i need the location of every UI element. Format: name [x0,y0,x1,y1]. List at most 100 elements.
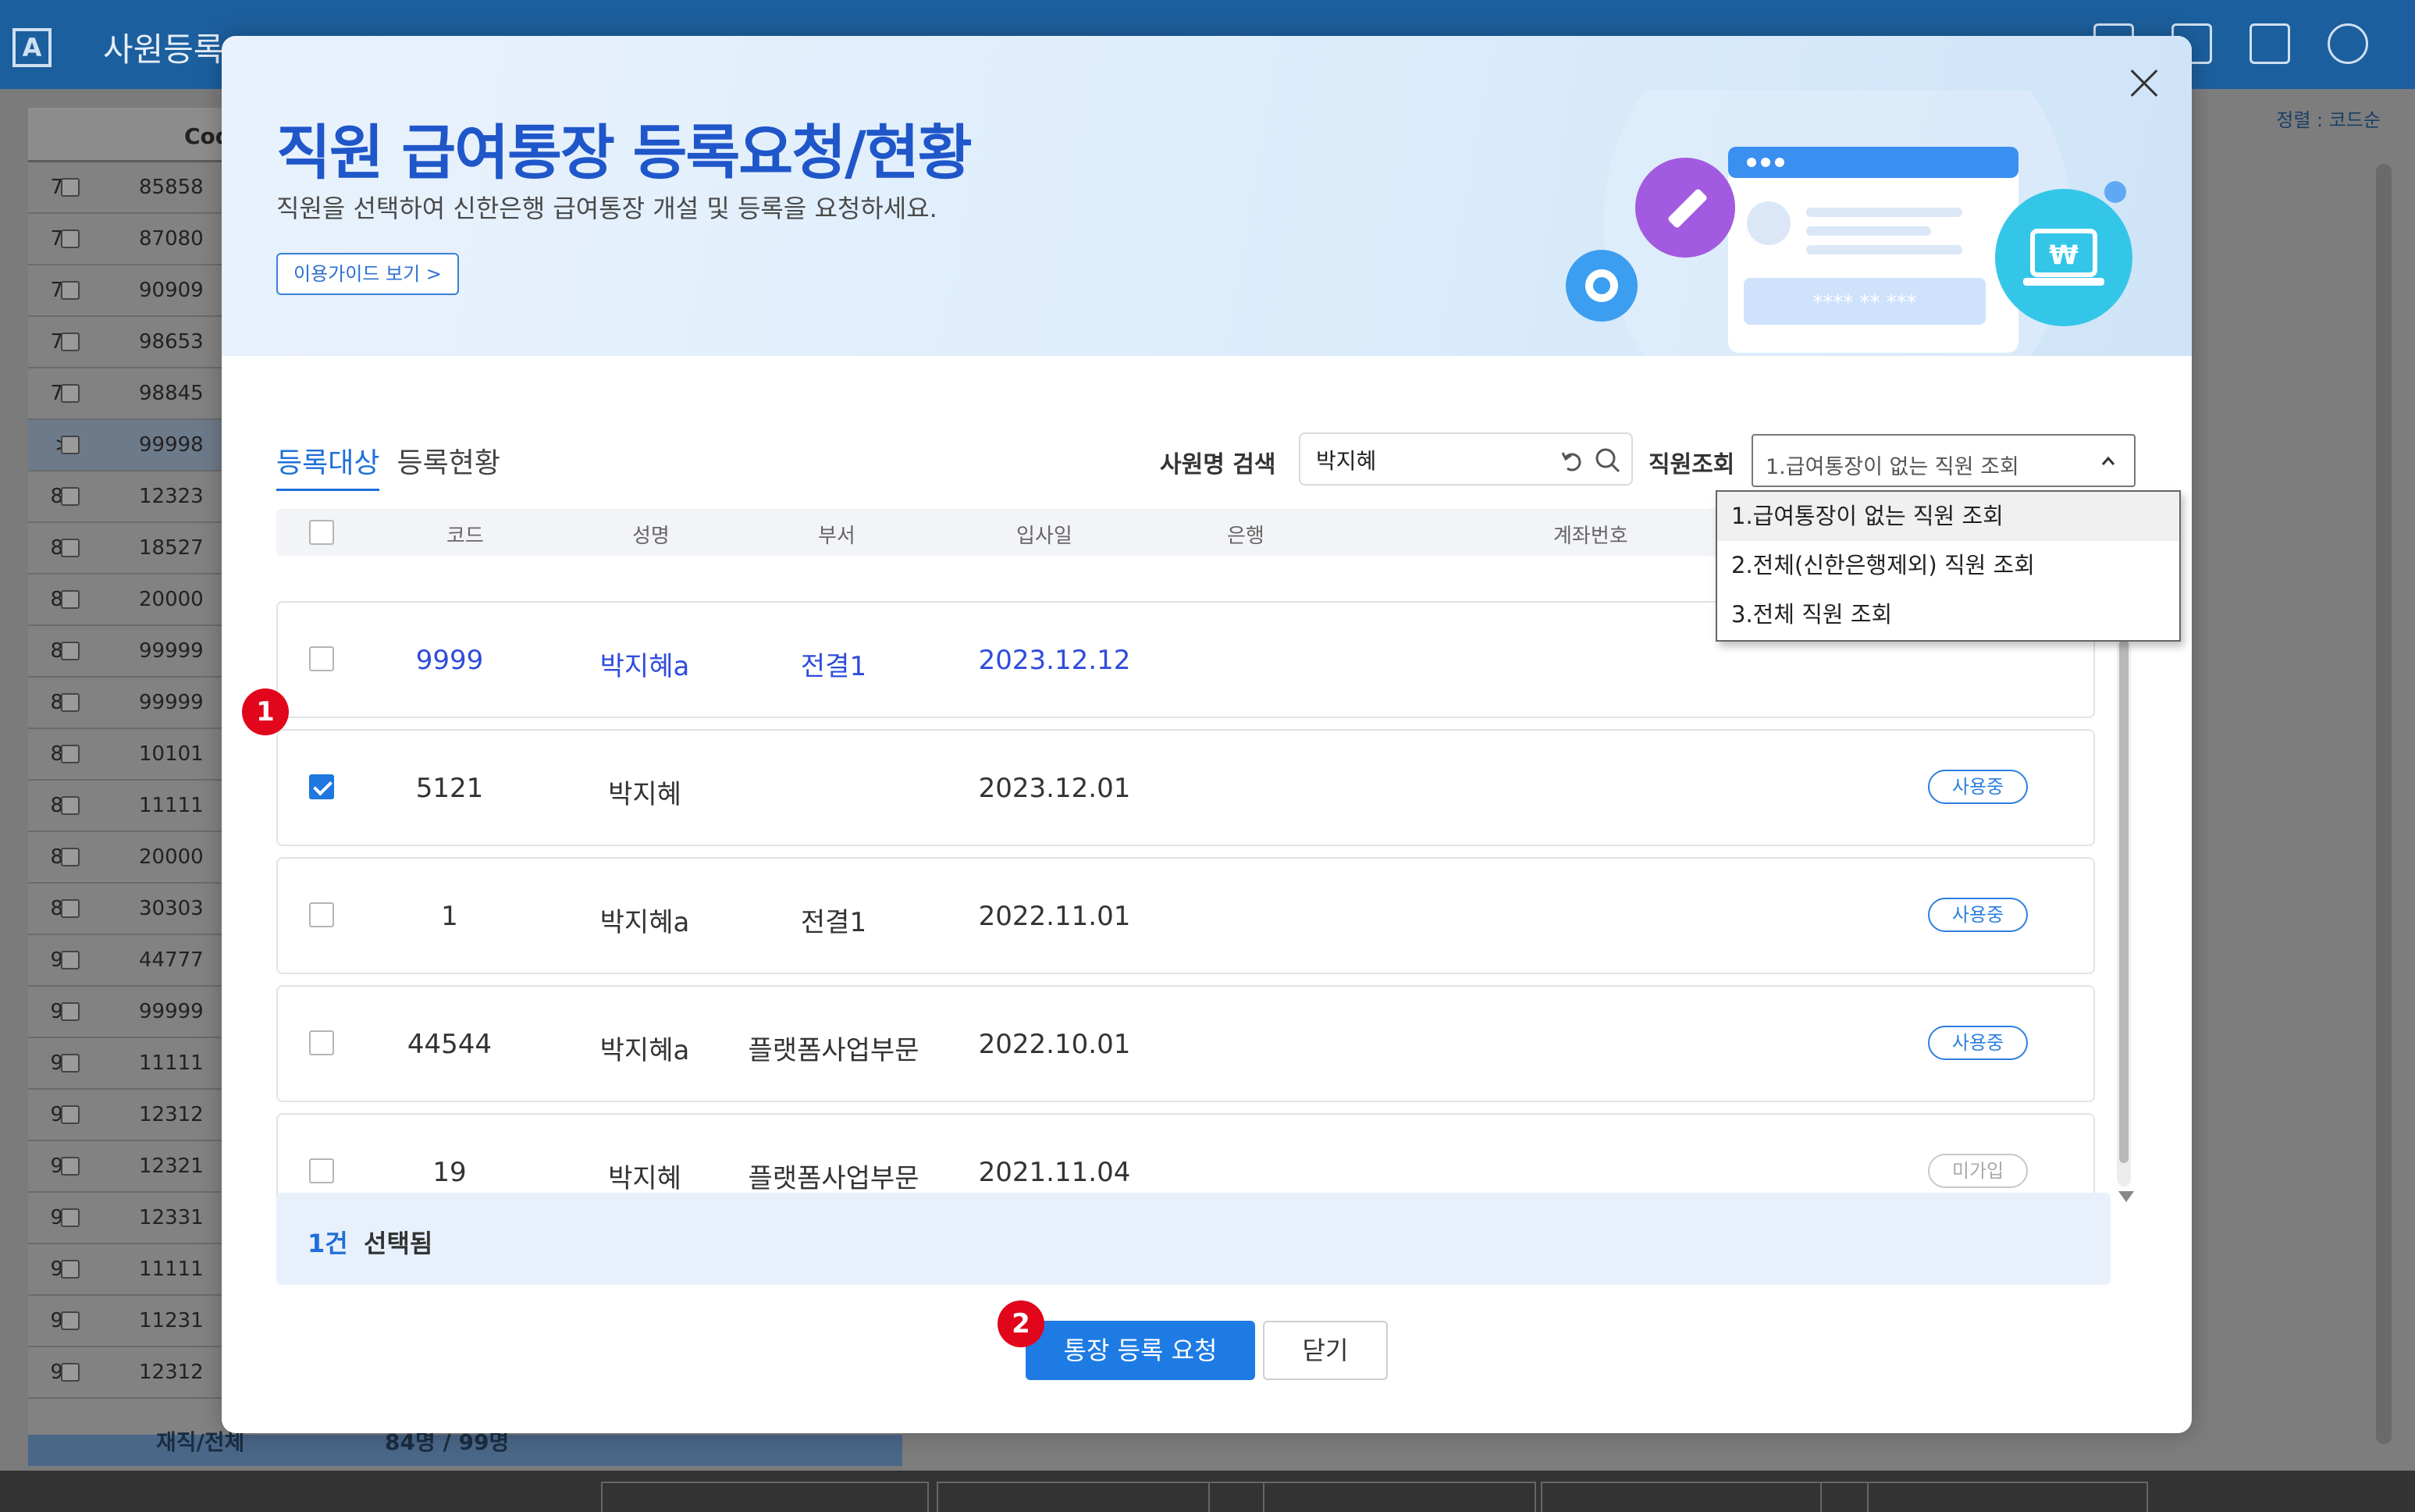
grid-row-code: 11111 [139,794,204,817]
row-checkbox[interactable] [309,902,334,927]
bottom-button-5[interactable] [1820,1482,2148,1512]
row-checkbox[interactable] [309,1158,334,1183]
grid-row-code: 99999 [139,691,204,714]
grid-row-checkbox[interactable] [61,487,80,506]
grid-row-checkbox[interactable] [61,848,80,866]
reset-icon[interactable] [1558,446,1586,475]
gear-icon [1566,250,1638,322]
selection-summary: 1건 선택됨 [276,1193,2111,1285]
grid-row-checkbox[interactable] [61,1363,80,1382]
bottom-button-3[interactable] [1208,1482,1536,1512]
row-checkbox[interactable] [309,774,334,799]
grid-row-checkbox[interactable] [61,229,80,248]
footer-label: 재직/전체 [156,1429,245,1455]
filter-option-all[interactable]: 3.전체 직원 조회 [1717,590,2179,639]
grid-row-checkbox[interactable] [61,1208,80,1227]
table-row[interactable]: 44544 박지혜a 플랫폼사업부문 2022.10.01 사용중 [276,985,2095,1102]
banner-illustration: **** ** *** ₩ [1566,91,2132,356]
background-scrollbar[interactable] [2376,164,2392,1444]
filter-option-no-account[interactable]: 1.급여통장이 없는 직원 조회 [1717,492,2179,541]
search-box [1299,432,1633,486]
grid-row-checkbox[interactable] [61,1260,80,1279]
grid-row-checkbox[interactable] [61,178,80,197]
grid-row-code: 30303 [139,897,204,920]
grid-row-checkbox[interactable] [61,642,80,660]
grid-row-checkbox[interactable] [61,333,80,351]
employee-filter-value: 1.급여통장이 없는 직원 조회 [1766,455,2019,479]
request-registration-button[interactable]: 통장 등록 요청 [1026,1321,1255,1380]
column-hire-date: 입사일 [1016,525,1072,548]
bottom-button-4[interactable] [1541,1482,1869,1512]
filter-option-all-except-shinhan[interactable]: 2.전체(신한은행제외) 직원 조회 [1717,541,2179,590]
pencil-icon [1635,158,1735,258]
row-checkbox[interactable] [309,646,334,671]
row-department: 전결1 [800,907,867,938]
row-name: 박지혜a [599,907,690,938]
app-logo-icon: A [12,28,52,67]
grid-row-checkbox[interactable] [61,693,80,712]
grid-row-code: 85858 [139,176,204,199]
column-name: 성명 [632,525,670,548]
employee-filter-dropdown: 1.급여통장이 없는 직원 조회 2.전체(신한은행제외) 직원 조회 3.전체… [1716,490,2181,642]
search-icon[interactable] [1594,446,1622,475]
grid-row-checkbox[interactable] [61,899,80,918]
employee-filter-select[interactable]: 1.급여통장이 없는 직원 조회 [1752,434,2136,487]
table-row[interactable]: 1 박지혜a 전결1 2022.11.01 사용중 [276,857,2095,974]
column-department: 부서 [818,525,855,548]
grid-row-checkbox[interactable] [61,436,80,454]
grid-row-checkbox[interactable] [61,1002,80,1021]
grid-row-checkbox[interactable] [61,539,80,557]
grid-row-checkbox[interactable] [61,951,80,969]
grid-row-code: 11111 [139,1258,204,1281]
grid-row-code: 18527 [139,536,204,560]
employee-search-input[interactable] [1316,445,1550,475]
close-icon[interactable] [2123,62,2165,105]
row-department: 플랫폼사업부문 [748,1035,919,1066]
step-marker-1: 1 [242,688,289,735]
row-code: 5121 [415,773,484,804]
column-code: 코드 [446,525,484,548]
tab-registration-status[interactable]: 등록현황 [397,440,500,491]
calculator-icon[interactable] [2250,23,2290,64]
grid-row-checkbox[interactable] [61,745,80,763]
row-name: 박지혜a [599,651,690,682]
sort-label[interactable]: 정렬 : 코드순 [2276,105,2381,132]
row-name: 박지혜 [608,1163,681,1194]
grid-row-checkbox[interactable] [61,1311,80,1330]
grid-row-checkbox[interactable] [61,1054,80,1073]
table-row[interactable]: 5121 박지혜 2023.12.01 사용중 [276,729,2095,846]
grid-row-checkbox[interactable] [61,1105,80,1124]
guide-button[interactable]: 이용가이드 보기 > [276,253,459,295]
step-marker-2: 2 [998,1300,1044,1347]
grid-row-checkbox[interactable] [61,1157,80,1176]
grid-row-code: 87080 [139,227,204,251]
row-code: 44544 [407,1029,493,1060]
scrollbar-thumb[interactable] [2119,640,2129,1163]
grid-row-code: 12312 [139,1361,204,1384]
won-symbol: ₩ [2049,240,2079,271]
tab-registration-targets[interactable]: 등록대상 [276,440,380,491]
more-icon[interactable] [2328,23,2368,64]
grid-row-code: 20000 [139,588,204,611]
grid-row-checkbox[interactable] [61,384,80,403]
chevron-up-icon [2101,456,2115,465]
modal-subtitle: 직원을 선택하여 신한은행 급여통장 개설 및 등록을 요청하세요. [276,194,937,223]
scroll-down-icon[interactable] [2118,1191,2134,1202]
employee-filter-label: 직원조회 [1649,451,1735,479]
row-department: 플랫폼사업부문 [748,1163,919,1194]
close-button[interactable]: 닫기 [1263,1321,1388,1380]
grid-row-checkbox[interactable] [61,590,80,609]
row-checkbox[interactable] [309,1030,334,1055]
list-scrollbar[interactable] [2117,640,2131,1186]
row-hire-date: 2021.11.04 [978,1157,1131,1188]
grid-row-code: 20000 [139,845,204,869]
grid-row-code: 98653 [139,330,204,354]
modal-title: 직원 급여통장 등록요청/현황 [276,118,973,187]
select-all-checkbox[interactable] [309,520,334,545]
modal-banner: 직원 급여통장 등록요청/현황 직원을 선택하여 신한은행 급여통장 개설 및 … [222,36,2192,356]
bottom-button-1[interactable] [601,1482,929,1512]
grid-row-checkbox[interactable] [61,281,80,300]
grid-row-code: 90909 [139,279,204,302]
grid-row-checkbox[interactable] [61,796,80,815]
payroll-account-modal: 직원 급여통장 등록요청/현황 직원을 선택하여 신한은행 급여통장 개설 및 … [222,36,2192,1433]
